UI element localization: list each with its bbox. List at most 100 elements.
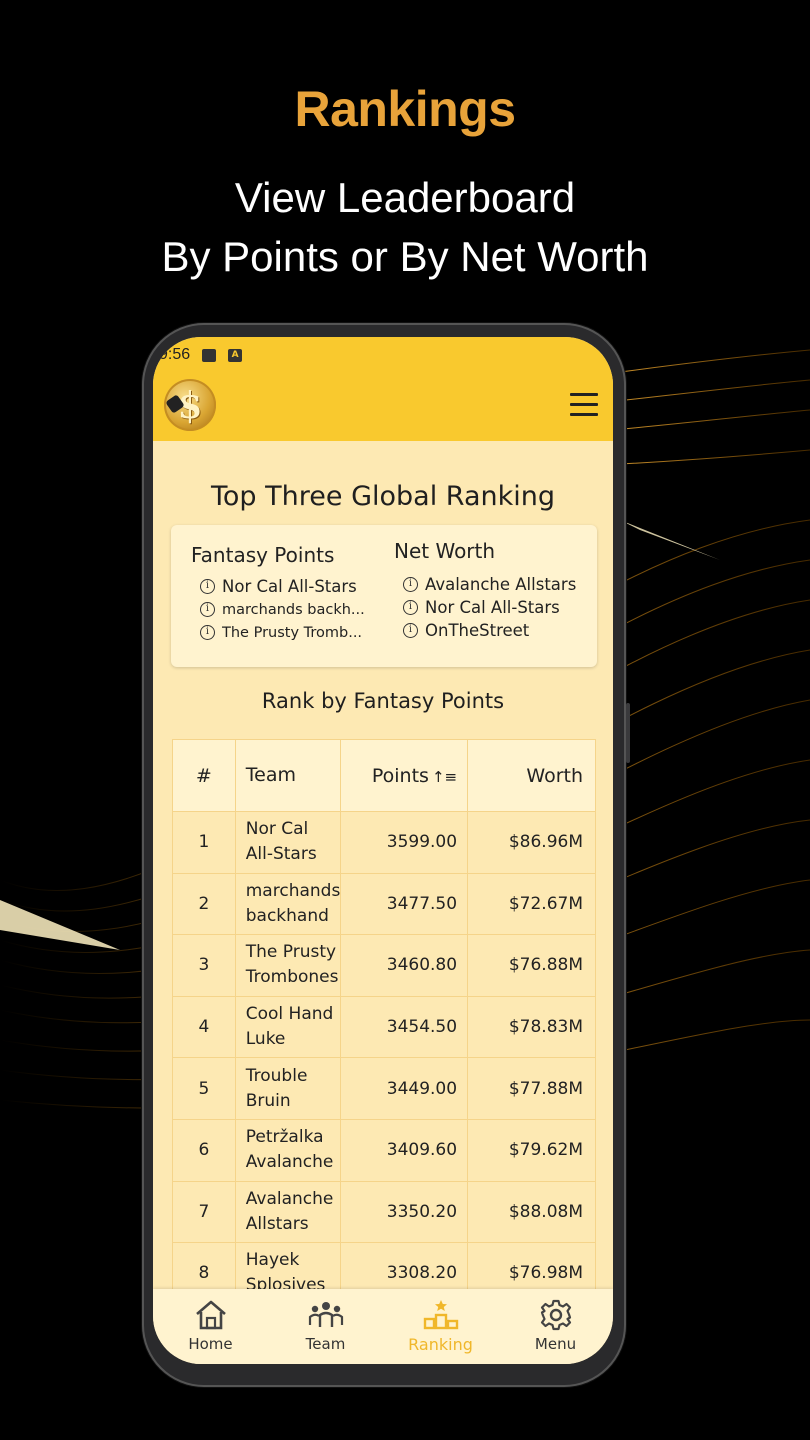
team-line2: Trombones <box>245 967 339 988</box>
points-cell: 3350.20 <box>340 1180 469 1244</box>
team-cell: Avalanche Allstars <box>234 1180 342 1244</box>
points-cell: 3449.00 <box>340 1057 469 1120</box>
top-networth-item[interactable]: i OnTheStreet <box>394 619 594 642</box>
table-title: Rank by Fantasy Points <box>261 689 505 713</box>
points-cell: 3460.80 <box>340 934 469 997</box>
team-line1: Avalanche <box>245 1188 334 1209</box>
nav-menu[interactable]: Menu <box>498 1289 613 1364</box>
rank-cell: 1 <box>172 811 236 874</box>
worth-cell: $88.08M <box>467 1180 596 1244</box>
top-fantasy-item[interactable]: i The Prusty Tromb... <box>191 621 381 644</box>
team-cell: Trouble Bruin <box>234 1057 342 1120</box>
top-fantasy-item[interactable]: i Nor Cal All-Stars <box>191 575 381 598</box>
app-logo[interactable]: $ <box>164 379 216 431</box>
rank-cell: 6 <box>172 1118 236 1182</box>
header-points[interactable]: Points ↑≡ <box>340 739 469 812</box>
header-num: # <box>172 739 236 812</box>
points-cell: 3454.50 <box>340 995 469 1059</box>
points-cell: 3477.50 <box>340 872 469 936</box>
nav-home[interactable]: Home <box>153 1289 268 1364</box>
nav-team[interactable]: Team <box>268 1289 383 1364</box>
table-row[interactable]: 2 marchands backhand 3477.50 $72.67M <box>172 872 596 936</box>
info-icon[interactable]: i <box>200 625 215 640</box>
net-worth-column: Net Worth i Avalanche Allstars i Nor Cal… <box>394 539 594 642</box>
table-row[interactable]: 5 Trouble Bruin 3449.00 $77.88M <box>172 1057 596 1120</box>
info-icon[interactable]: i <box>403 577 418 592</box>
promo-subtitle-line1: View Leaderboard <box>234 174 576 221</box>
nav-team-label: Team <box>305 1335 346 1353</box>
fantasy-points-heading: Fantasy Points <box>191 543 335 567</box>
team-cell: The Prusty Trombones <box>234 934 342 997</box>
header-worth-label: Worth <box>526 764 583 787</box>
team-name: The Prusty Tromb... <box>222 624 363 641</box>
info-icon[interactable]: i <box>200 579 215 594</box>
team-line1: Nor Cal <box>245 819 309 840</box>
nav-home-label: Home <box>188 1335 233 1353</box>
team-cell: Cool Hand Luke <box>234 995 342 1059</box>
worth-cell: $72.67M <box>467 872 596 936</box>
points-cell: 3409.60 <box>340 1118 469 1182</box>
table-row[interactable]: 1 Nor Cal All-Stars 3599.00 $86.96M <box>172 811 596 874</box>
team-name: marchands backh... <box>222 601 365 618</box>
app-screen: 9:56 A $ Top Three Global Ranking Fantas… <box>153 337 613 1364</box>
nav-ranking-label: Ranking <box>408 1335 473 1354</box>
header-team-label: Team <box>245 764 296 786</box>
info-icon[interactable]: i <box>200 602 215 617</box>
worth-cell: $77.88M <box>467 1057 596 1120</box>
image-icon <box>202 348 217 362</box>
team-line2: Allstars <box>245 1213 309 1234</box>
a-icon: A <box>228 348 243 362</box>
gear-icon <box>540 1299 572 1331</box>
table-row[interactable]: 3 The Prusty Trombones 3460.80 $76.88M <box>172 934 596 997</box>
team-cell: marchands backhand <box>234 872 342 936</box>
hamburger-icon[interactable] <box>570 393 598 417</box>
top-networth-item[interactable]: i Nor Cal All-Stars <box>394 596 594 619</box>
team-name: Avalanche Allstars <box>425 575 577 594</box>
bottom-nav: Home Team Ranking Menu <box>153 1289 613 1364</box>
worth-cell: $76.88M <box>467 934 596 997</box>
team-line2: All-Stars <box>245 844 317 865</box>
team-name: Nor Cal All-Stars <box>425 598 560 617</box>
promo-subtitle-line2: By Points or By Net Worth <box>161 233 649 280</box>
team-cell: Petržalka Avalanche <box>234 1118 342 1182</box>
phone-side-button <box>626 703 630 763</box>
team-line2: backhand <box>245 905 329 926</box>
worth-cell: $79.62M <box>467 1118 596 1182</box>
nav-menu-label: Menu <box>534 1335 577 1353</box>
team-line1: Cool Hand <box>245 1004 334 1025</box>
team-line1: marchands <box>245 880 341 901</box>
header-team[interactable]: Team <box>234 739 342 812</box>
table-row[interactable]: 6 Petržalka Avalanche 3409.60 $79.62M <box>172 1118 596 1182</box>
top-networth-item[interactable]: i Avalanche Allstars <box>394 573 594 596</box>
app-header: 9:56 A $ <box>153 337 613 441</box>
rank-cell: 4 <box>172 995 236 1059</box>
top-three-card: Fantasy Points i Nor Cal All-Stars i mar… <box>171 525 597 667</box>
rank-cell: 7 <box>172 1180 236 1244</box>
rank-cell: 3 <box>172 934 236 997</box>
rank-cell: 5 <box>172 1057 236 1120</box>
team-name: OnTheStreet <box>425 621 530 640</box>
team-name: Nor Cal All-Stars <box>222 577 357 596</box>
header-points-label: Points <box>371 764 429 787</box>
top-three-title: Top Three Global Ranking <box>211 481 555 512</box>
nav-ranking[interactable]: Ranking <box>383 1289 498 1364</box>
info-icon[interactable]: i <box>403 600 418 615</box>
promo-title: Rankings <box>294 81 516 137</box>
table-row[interactable]: 7 Avalanche Allstars 3350.20 $88.08M <box>172 1180 596 1244</box>
info-icon[interactable]: i <box>403 623 418 638</box>
rank-cell: 2 <box>172 872 236 936</box>
team-line1: Hayek <box>245 1250 300 1271</box>
podium-icon <box>423 1300 459 1330</box>
table-row[interactable]: 4 Cool Hand Luke 3454.50 $78.83M <box>172 995 596 1059</box>
sort-icon[interactable]: ↑≡ <box>432 768 457 786</box>
team-line2: Avalanche <box>245 1152 334 1173</box>
worth-cell: $78.83M <box>467 995 596 1059</box>
team-cell: Nor Cal All-Stars <box>234 811 342 874</box>
header-worth[interactable]: Worth <box>467 739 596 812</box>
status-bar: 9:56 A <box>159 345 243 365</box>
points-cell: 3599.00 <box>340 811 469 874</box>
team-line1: Trouble <box>245 1065 308 1086</box>
team-line1: The Prusty <box>245 942 337 963</box>
top-fantasy-item[interactable]: i marchands backh... <box>191 598 381 621</box>
status-time: 9:56 <box>159 346 191 363</box>
